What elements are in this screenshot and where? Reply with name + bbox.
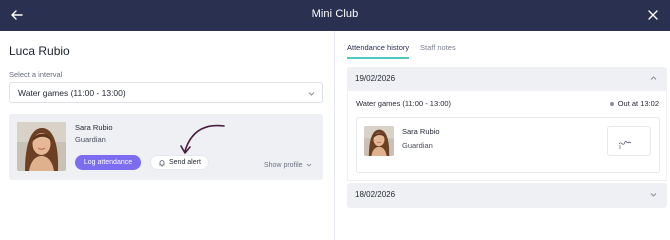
record-guardian-name: Sara Rubio <box>402 127 440 136</box>
day-accordion[interactable]: 18/02/2026 <box>347 183 667 208</box>
close-icon[interactable] <box>647 9 659 21</box>
chevron-up-icon[interactable] <box>650 75 657 82</box>
guardian-role: Guardian <box>75 135 106 144</box>
day-date: 18/02/2026 <box>355 190 396 199</box>
day-date[interactable]: 19/02/2026 <box>355 74 395 83</box>
guardian-avatar <box>17 122 66 171</box>
day-accordion-body: Water games (11:00 - 13:00) Out at 13:02… <box>347 91 667 181</box>
chevron-down-icon <box>306 163 311 167</box>
tab-attendance-history[interactable]: Attendance history <box>347 43 409 52</box>
guardian-name: Sara Rubio <box>75 123 113 132</box>
chevron-down-icon <box>308 92 315 96</box>
status-dot-icon <box>609 102 614 107</box>
modal-title: Mini Club <box>311 8 359 20</box>
interval-label: Select a interval <box>9 70 63 79</box>
modal-header: Mini Club <box>0 0 670 31</box>
session-name: Water games (11:00 - 13:00) <box>356 99 452 108</box>
day-accordion: 19/02/2026 Water games (11:00 - 13:00) O… <box>347 67 667 181</box>
attendance-status: Out at 13:02 <box>609 99 659 108</box>
guardian-avatar <box>364 126 394 156</box>
bell-icon <box>159 160 165 167</box>
signature-image <box>607 126 651 156</box>
send-alert-label: Send alert <box>169 159 201 166</box>
child-name: Luca Rubio <box>9 44 70 58</box>
chevron-down-icon <box>650 193 657 197</box>
record-guardian-role: Guardian <box>402 141 433 150</box>
active-tab-indicator <box>347 57 409 59</box>
status-text: Out at 13:02 <box>617 99 659 108</box>
send-alert-button[interactable]: Send alert <box>150 155 209 170</box>
attendance-record: Sara Rubio Guardian <box>356 117 660 173</box>
log-attendance-button[interactable]: Log attendance <box>75 155 141 170</box>
tab-staff-notes[interactable]: Staff notes <box>420 43 456 52</box>
guardian-card: Sara Rubio Guardian Log attendance Send … <box>9 114 323 180</box>
show-profile-label: Show profile <box>264 162 303 169</box>
curved-arrow-annotation <box>180 124 225 154</box>
interval-select-value: Water games (11:00 - 13:00) <box>18 88 126 98</box>
interval-select[interactable]: Water games (11:00 - 13:00) <box>9 82 323 103</box>
right-panel: Attendance history Staff notes 19/02/202… <box>335 31 670 240</box>
show-profile-toggle[interactable]: Show profile <box>264 162 312 169</box>
left-panel: Luca Rubio Select a interval Water games… <box>0 31 334 240</box>
